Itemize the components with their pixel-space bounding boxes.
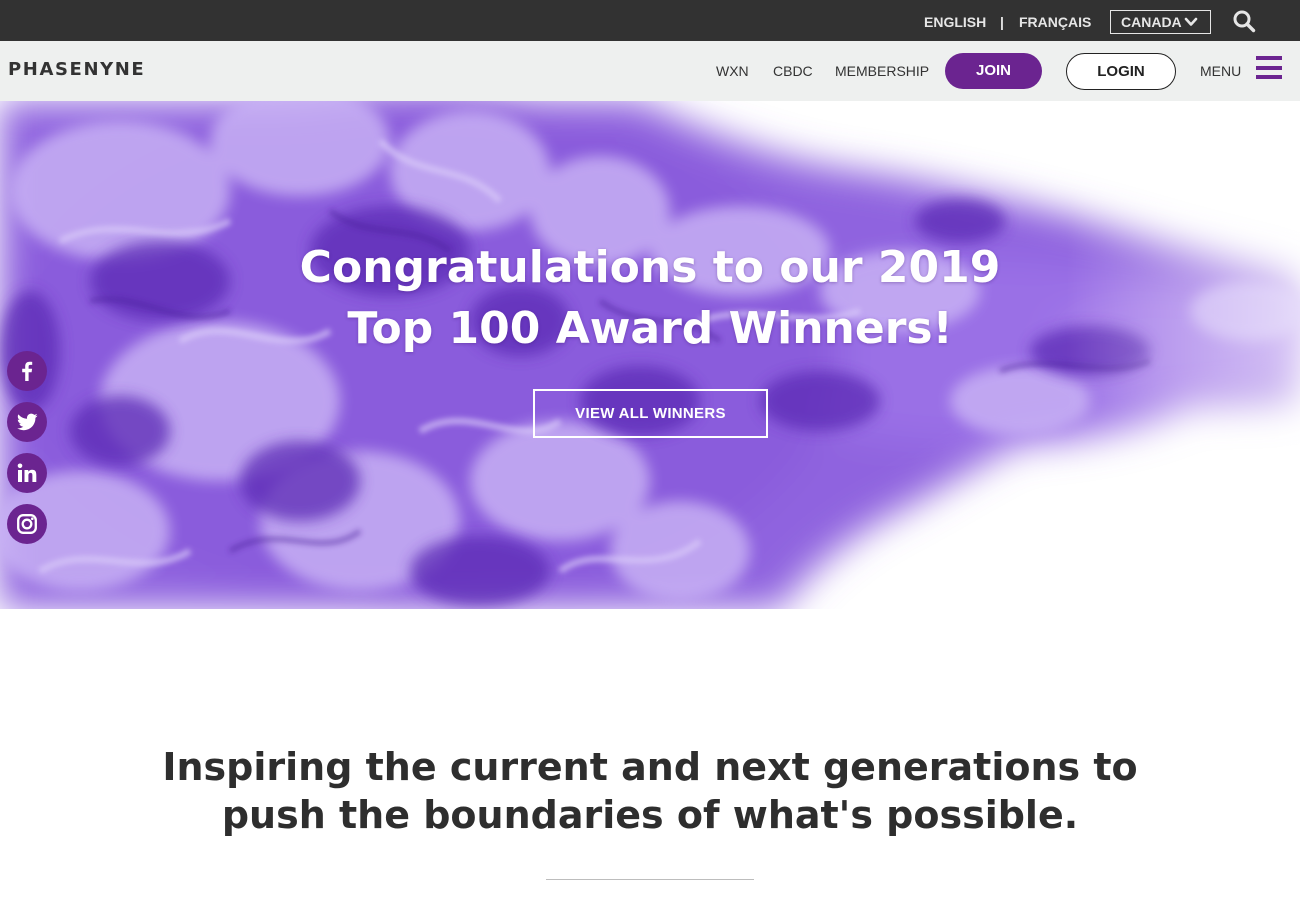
menu-label[interactable]: MENU bbox=[1200, 63, 1241, 79]
instagram-icon bbox=[17, 514, 37, 534]
brand-logo-text[interactable]: PHASENYNE bbox=[8, 59, 145, 80]
login-button[interactable]: LOGIN bbox=[1066, 53, 1176, 90]
section-divider bbox=[546, 879, 754, 880]
nav-link-cbdc[interactable]: CBDC bbox=[773, 63, 813, 79]
hero-banner: Congratulations to our 2019 Top 100 Awar… bbox=[0, 101, 1300, 609]
twitter-share-button[interactable] bbox=[7, 402, 47, 442]
facebook-share-button[interactable] bbox=[7, 351, 47, 391]
country-select[interactable]: CANADA bbox=[1110, 10, 1211, 34]
linkedin-icon bbox=[17, 463, 37, 482]
top-utility-bar: ENGLISH | FRANÇAIS CANADA bbox=[0, 0, 1300, 41]
facebook-icon bbox=[22, 361, 33, 381]
hero-headline-line-1: Congratulations to our 2019 bbox=[299, 242, 1001, 293]
chevron-down-icon bbox=[1184, 17, 1198, 26]
intro-heading: Inspiring the current and next generatio… bbox=[100, 743, 1200, 839]
join-button[interactable]: JOIN bbox=[945, 53, 1042, 89]
nav-link-wxn[interactable]: WXN bbox=[716, 63, 749, 79]
hamburger-icon[interactable] bbox=[1256, 56, 1282, 79]
main-navbar: PHASENYNE WXN CBDC MEMBERSHIP JOIN LOGIN… bbox=[0, 41, 1300, 101]
language-french-link[interactable]: FRANÇAIS bbox=[1019, 14, 1091, 30]
intro-heading-line-1: Inspiring the current and next generatio… bbox=[162, 745, 1138, 789]
hero-headline: Congratulations to our 2019 Top 100 Awar… bbox=[150, 237, 1150, 359]
instagram-share-button[interactable] bbox=[7, 504, 47, 544]
country-select-value: CANADA bbox=[1121, 14, 1182, 30]
hero-headline-line-2: Top 100 Award Winners! bbox=[347, 303, 953, 354]
twitter-icon bbox=[17, 413, 38, 431]
search-icon[interactable] bbox=[1232, 9, 1256, 33]
view-all-winners-button[interactable]: VIEW ALL WINNERS bbox=[533, 389, 768, 438]
linkedin-share-button[interactable] bbox=[7, 453, 47, 493]
language-separator: | bbox=[1000, 14, 1004, 30]
intro-heading-line-2: push the boundaries of what's possible. bbox=[221, 793, 1079, 837]
nav-link-membership[interactable]: MEMBERSHIP bbox=[835, 63, 929, 79]
language-english-link[interactable]: ENGLISH bbox=[924, 14, 986, 30]
